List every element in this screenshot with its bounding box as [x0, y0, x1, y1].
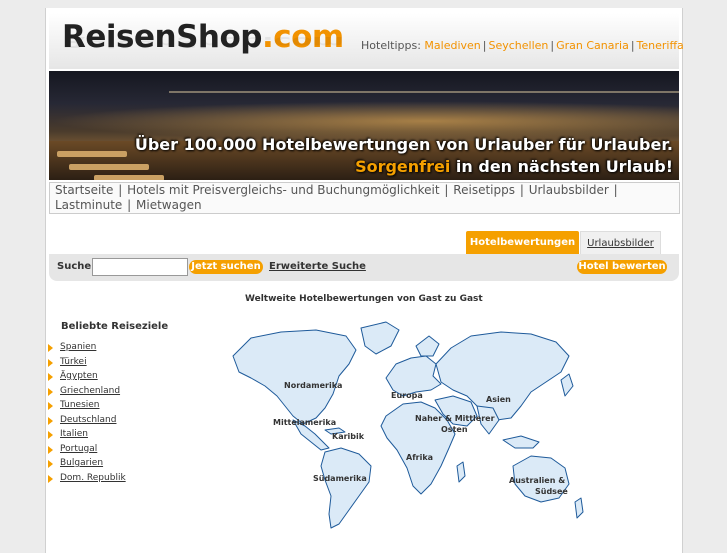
arrow-right-icon — [48, 445, 53, 454]
banner-highlight: Sorgenfrei — [355, 157, 451, 176]
destination-link[interactable]: Türkei — [60, 357, 87, 367]
destination-link[interactable]: Portugal — [60, 444, 97, 454]
banner-subline: Sorgenfrei in den nächsten Urlaub! — [355, 157, 673, 176]
map-label-osten[interactable]: Osten — [441, 425, 468, 434]
search-bar: Suche Jetzt suchen Erweiterte Suche Hote… — [49, 254, 679, 281]
destination-link[interactable]: Griechenland — [60, 386, 120, 396]
map-label-karibik[interactable]: Karibik — [332, 432, 365, 441]
nav-urlaubsbilder[interactable]: Urlaubsbilder — [529, 183, 609, 197]
map-label-naher-mittlerer[interactable]: Naher & Mittlerer — [415, 414, 495, 423]
map-label-suedsee[interactable]: Südsee — [535, 487, 568, 496]
arrow-right-icon — [48, 431, 53, 439]
hoteltipp-link-seychellen[interactable]: Seychellen — [488, 39, 548, 52]
hoteltipps-label: Hoteltipps: — [361, 39, 421, 52]
destination-link[interactable]: Ägypten — [60, 371, 98, 381]
map-label-nordamerika[interactable]: Nordamerika — [284, 381, 342, 390]
map-label-australien[interactable]: Australien & — [509, 476, 565, 485]
nav-mietwagen[interactable]: Mietwagen — [136, 198, 202, 212]
nav-startseite[interactable]: Startseite — [55, 183, 113, 197]
tab-urlaubsbilder[interactable]: Urlaubsbilder — [580, 231, 661, 254]
destination-link[interactable]: Deutschland — [60, 415, 116, 425]
map-label-europa[interactable]: Europa — [391, 391, 423, 400]
map-region-japan — [560, 373, 574, 397]
main-navigation: Startseite | Hotels mit Preisvergleichs-… — [49, 182, 680, 214]
map-label-mittelamerika[interactable]: Mittelamerika — [273, 418, 336, 427]
hoteltipps-bar: Hoteltipps: Malediven | Seychellen | Gran Ca… — [361, 39, 684, 52]
map-region-new-zealand — [574, 497, 584, 519]
arrow-right-icon — [48, 416, 53, 425]
map-region-indonesia — [502, 435, 540, 449]
search-button[interactable]: Jetzt suchen — [189, 260, 263, 274]
destinations-title: Beliebte Reiseziele — [61, 321, 169, 332]
hoteltipp-link-gran-canaria[interactable]: Gran Canaria — [556, 39, 629, 52]
arrow-right-icon — [48, 344, 53, 352]
hoteltipp-link-malediven[interactable]: Malediven — [424, 39, 480, 52]
map-region-scandinavia — [415, 335, 440, 357]
arrow-right-icon — [48, 402, 53, 410]
destination-link[interactable]: Bulgarien — [60, 458, 103, 468]
banner-subline-text: in den nächsten Urlaub! — [450, 157, 673, 176]
destination-link[interactable]: Tunesien — [60, 400, 100, 410]
arrow-right-icon — [48, 474, 53, 483]
hero-banner: Über 100.000 Hotelbewertungen von Urlaub… — [49, 71, 679, 180]
map-region-north-america — [232, 329, 357, 425]
destination-link[interactable]: Italien — [60, 429, 88, 439]
header: ReisenShop.com ReisenShop.com Hoteltipps… — [49, 13, 684, 69]
search-input[interactable] — [92, 258, 188, 276]
search-label: Suche — [57, 261, 92, 272]
map-label-asien[interactable]: Asien — [486, 395, 511, 404]
map-region-south-america — [320, 447, 372, 529]
map-region-greenland — [360, 321, 400, 355]
hoteltipp-link-teneriffa[interactable]: Teneriffa — [637, 39, 684, 52]
nav-hotels[interactable]: Hotels mit Preisvergleichs- und Buchungm… — [127, 183, 440, 197]
arrow-right-icon — [48, 373, 53, 381]
map-label-afrika[interactable]: Afrika — [406, 453, 433, 462]
tab-hotelbewertungen[interactable]: Hotelbewertungen — [466, 231, 579, 254]
map-label-suedamerika[interactable]: Südamerika — [313, 474, 367, 483]
advanced-search-link[interactable]: Erweiterte Suche — [269, 261, 366, 272]
map-region-madagascar — [456, 461, 466, 483]
arrow-right-icon — [48, 387, 53, 396]
arrow-right-icon — [48, 358, 53, 367]
map-region-europe — [385, 355, 442, 397]
banner-headline: Über 100.000 Hotelbewertungen von Urlaub… — [134, 135, 673, 154]
destination-link[interactable]: Dom. Republik — [60, 473, 126, 483]
nav-reisetipps[interactable]: Reisetipps — [453, 183, 515, 197]
logo-reflection: ReisenShop.com — [62, 33, 344, 51]
rate-hotel-button[interactable]: Hotel bewerten — [577, 260, 667, 274]
arrow-right-icon — [48, 460, 53, 468]
page-container: ReisenShop.com ReisenShop.com Hoteltipps… — [45, 8, 684, 553]
world-map: Nordamerika Mittelamerika Karibik Südame… — [232, 321, 584, 529]
nav-lastminute[interactable]: Lastminute — [55, 198, 122, 212]
map-title: Weltweite Hotelbewertungen von Gast zu G… — [245, 294, 483, 304]
destination-link[interactable]: Spanien — [60, 342, 96, 352]
